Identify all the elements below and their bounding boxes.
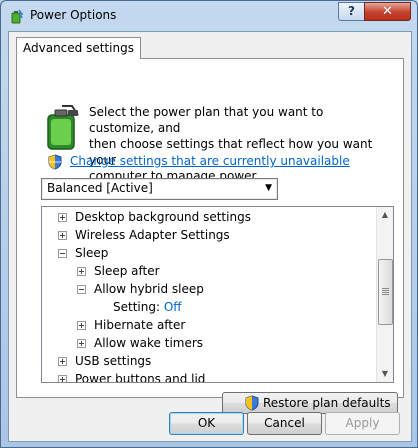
tree-item-label: Allow hybrid sleep: [94, 282, 204, 296]
restore-plan-defaults-label: Restore plan defaults: [263, 396, 391, 410]
intro-line-1: Select the power plan that you want to c…: [89, 105, 324, 135]
apply-button[interactable]: Apply: [325, 412, 400, 435]
power-options-window: Power Options ? ✕ Advanced settings Sele…: [0, 0, 418, 448]
setting-label: Setting:: [113, 300, 161, 314]
intro-text: Select the power plan that you want to c…: [89, 104, 389, 184]
tree-scrollbar[interactable]: ▲ ▼: [376, 207, 393, 382]
expand-plus-icon[interactable]: [58, 213, 67, 222]
cancel-button[interactable]: Cancel: [247, 412, 322, 435]
tree-item-label: Hibernate after: [94, 318, 186, 332]
tree-item-hybrid-sleep-setting[interactable]: Setting: Off: [113, 298, 182, 316]
ok-button[interactable]: OK: [169, 412, 244, 435]
close-button[interactable]: ✕: [364, 2, 411, 21]
uac-shield-icon: [245, 395, 259, 411]
uac-shield-icon: [48, 154, 62, 170]
advanced-settings-panel: Select the power plan that you want to c…: [16, 58, 404, 414]
dialog-client-area: Advanced settings Select the power plan …: [8, 31, 412, 442]
window-title: Power Options: [30, 8, 117, 22]
expand-plus-icon[interactable]: [77, 339, 86, 348]
help-button[interactable]: ?: [338, 2, 365, 21]
expand-plus-icon[interactable]: [77, 321, 86, 330]
power-options-icon: [11, 9, 24, 24]
expand-plus-icon[interactable]: [58, 375, 67, 382]
tree-item-label: Desktop background settings: [75, 210, 251, 224]
power-plan-select-value: Balanced [Active]: [47, 181, 153, 195]
tab-advanced-settings[interactable]: Advanced settings: [16, 37, 141, 59]
collapse-minus-icon[interactable]: [77, 285, 86, 294]
tree-item-label: Allow wake timers: [94, 336, 204, 350]
battery-icon: [47, 105, 79, 150]
scroll-down-arrow-icon[interactable]: ▼: [377, 366, 393, 382]
collapse-minus-icon[interactable]: [58, 249, 67, 258]
scrollbar-thumb[interactable]: [378, 259, 393, 325]
scroll-up-arrow-icon[interactable]: ▲: [377, 207, 393, 223]
expand-plus-icon[interactable]: [58, 357, 67, 366]
change-unavailable-settings-link[interactable]: Change settings that are currently unava…: [70, 154, 350, 168]
tree-item-label: Sleep after: [94, 264, 160, 278]
dropdown-arrow-icon: ▼: [265, 183, 272, 193]
expand-plus-icon[interactable]: [58, 231, 67, 240]
power-plan-select[interactable]: Balanced [Active] ▼: [41, 178, 278, 200]
tree-item-label: USB settings: [75, 354, 152, 368]
tree-item-label: Power buttons and lid: [75, 372, 206, 383]
tree-item-label: Sleep: [75, 246, 109, 260]
setting-value-link[interactable]: Off: [164, 300, 182, 314]
title-bar[interactable]: Power Options ? ✕: [1, 1, 417, 31]
expand-plus-icon[interactable]: [77, 267, 86, 276]
restore-plan-defaults-button[interactable]: Restore plan defaults: [222, 392, 398, 414]
settings-tree[interactable]: Desktop background settings Wireless Ada…: [41, 206, 394, 383]
tree-item-label: Wireless Adapter Settings: [75, 228, 230, 242]
